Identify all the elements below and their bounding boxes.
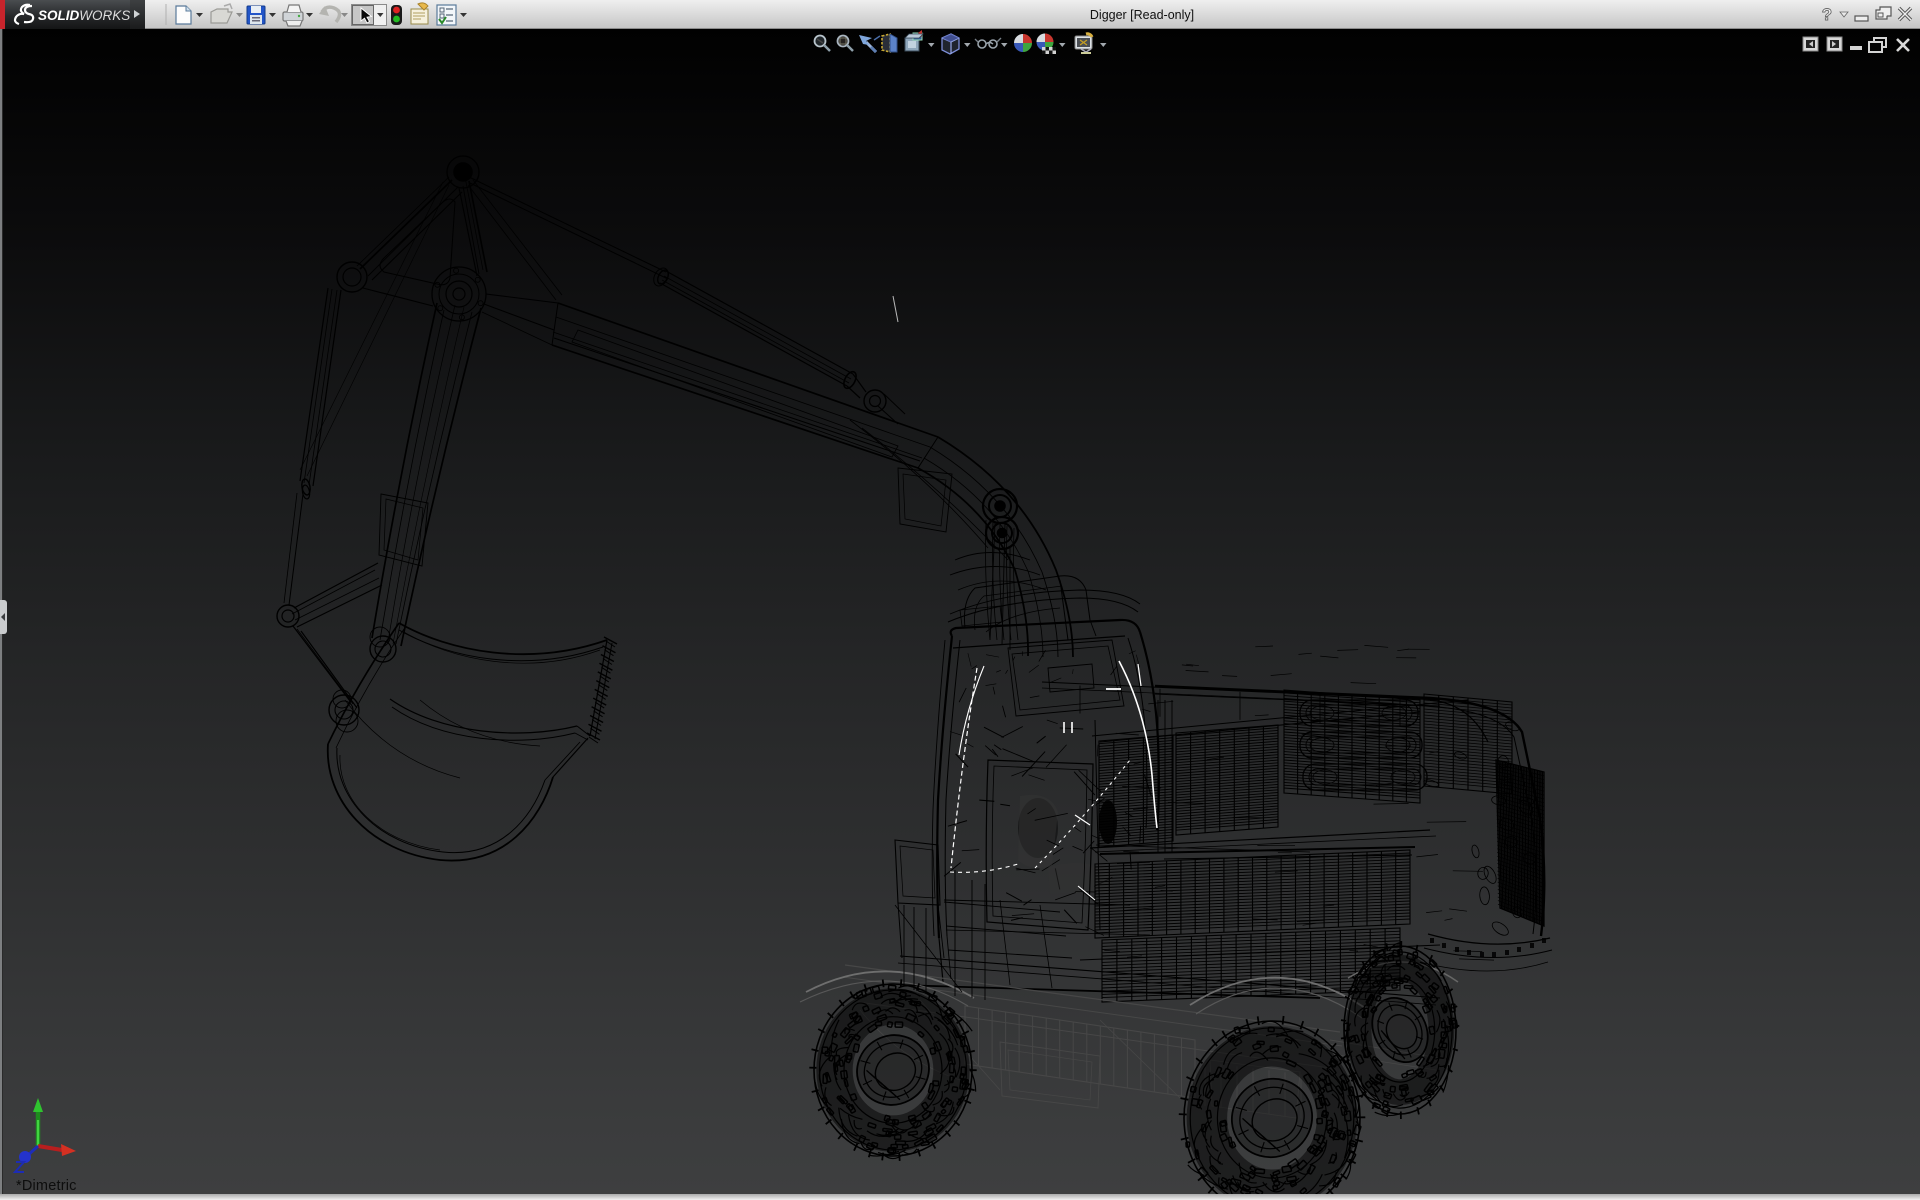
svg-text:Digger [Read-only]: Digger [Read-only] <box>1090 8 1194 22</box>
svg-text:?: ? <box>1822 5 1832 24</box>
svg-text:SOLIDWORKS: SOLIDWORKS <box>38 8 130 23</box>
